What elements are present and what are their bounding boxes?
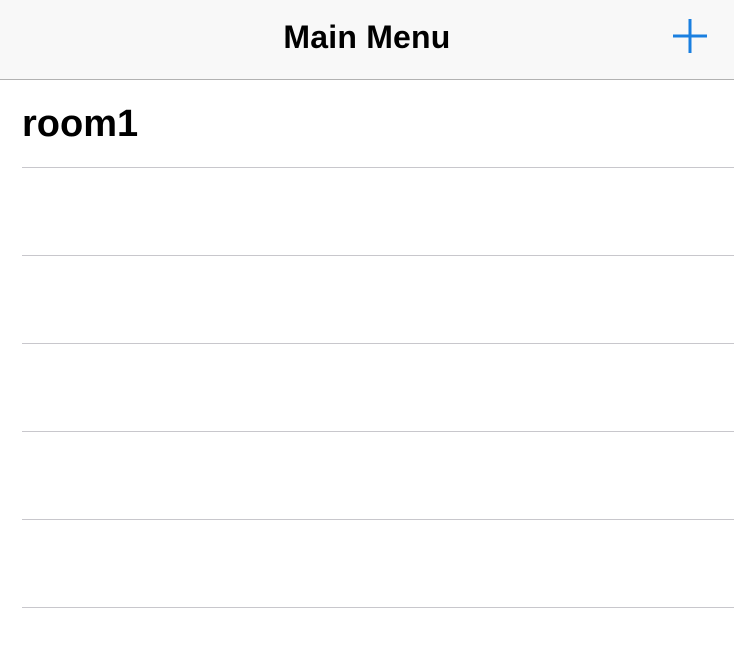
navigation-bar: Main Menu <box>0 0 734 80</box>
list-item[interactable] <box>0 168 734 256</box>
add-room-button[interactable] <box>668 14 712 58</box>
page-title: Main Menu <box>283 19 451 55</box>
list-item-room1[interactable]: room1 <box>0 80 734 168</box>
list-item[interactable] <box>0 256 734 344</box>
plus-icon <box>673 19 707 53</box>
list-item-label: room1 <box>22 103 139 145</box>
list-item[interactable] <box>0 432 734 520</box>
row-separator <box>22 607 734 608</box>
list-item[interactable] <box>0 520 734 608</box>
room-list: room1 <box>0 80 734 608</box>
list-item[interactable] <box>0 344 734 432</box>
